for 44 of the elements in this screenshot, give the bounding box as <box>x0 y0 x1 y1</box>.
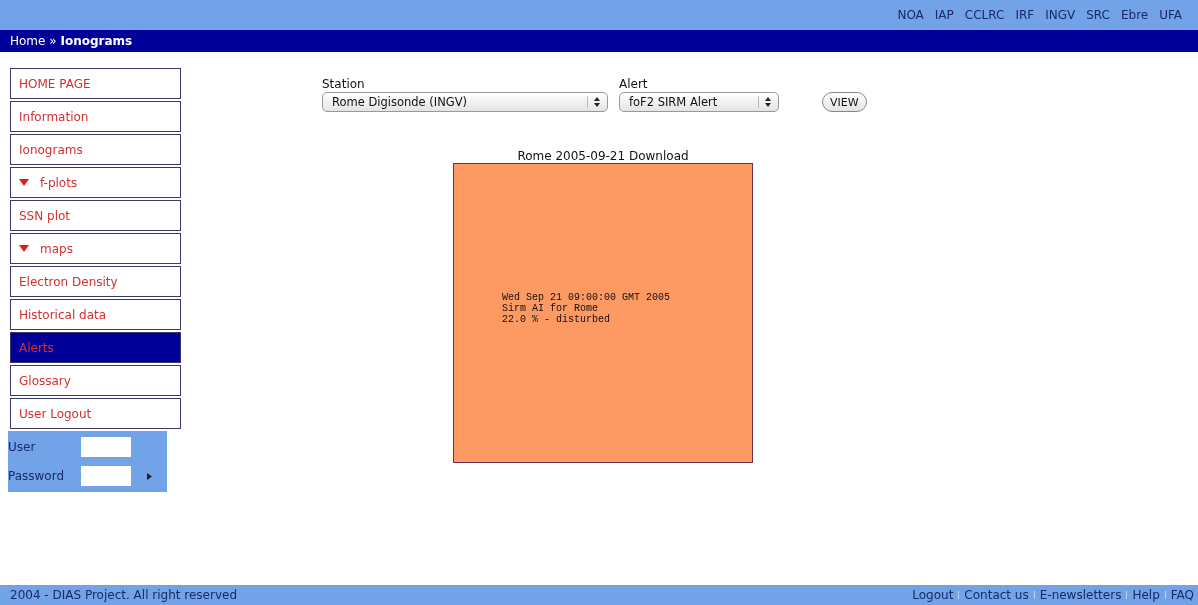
arrow-icon[interactable] <box>147 472 152 480</box>
stepper-icon <box>758 96 772 108</box>
partner-link[interactable]: UFA <box>1159 8 1182 22</box>
sidebar-item[interactable]: Information <box>10 101 181 132</box>
triangle-icon <box>19 245 29 252</box>
stepper-icon <box>587 96 601 108</box>
user-label: User <box>8 440 37 454</box>
partner-link[interactable]: CCLRC <box>964 8 1005 22</box>
sidebar-item[interactable]: Historical data <box>10 299 181 330</box>
footer-link[interactable]: FAQ <box>1170 588 1194 602</box>
partner-link[interactable]: INGV <box>1045 8 1076 22</box>
alert-text: 22.0 % - disturbed <box>502 313 612 325</box>
sidebar-item[interactable]: SSN plot <box>10 200 181 231</box>
sidebar-item[interactable]: f-plots <box>10 167 181 198</box>
copyright: 2004 - DIAS Project. All right reserved <box>10 588 238 602</box>
footer-link[interactable]: E-newsletters <box>1039 588 1122 602</box>
sidebar-item[interactable]: Electron Density <box>10 266 181 297</box>
sidebar-item[interactable]: Alerts <box>10 332 181 363</box>
footer-link[interactable]: Logout <box>912 588 954 602</box>
footer-link[interactable]: Contact us <box>964 588 1029 602</box>
sidebar-item[interactable]: maps <box>10 233 181 264</box>
partner-link[interactable]: IRF <box>1015 8 1035 22</box>
password-field[interactable] <box>81 466 131 486</box>
password-label: Password <box>8 469 66 483</box>
footer-link[interactable]: Help <box>1132 588 1160 602</box>
station-label: Station <box>322 77 366 91</box>
sidebar-item[interactable]: Ionograms <box>10 134 181 165</box>
alert-text: Sirm AI for Rome <box>502 302 599 314</box>
partner-link[interactable]: SRC <box>1086 8 1110 22</box>
partner-link[interactable]: IAP <box>934 8 954 22</box>
user-field[interactable] <box>81 437 131 457</box>
result-caption: Rome 2005-09-21 Download <box>517 149 689 163</box>
alert-text: Wed Sep 21 09:00:00 GMT 2005 <box>502 291 672 303</box>
sidebar-item[interactable]: HOME PAGE <box>10 68 181 99</box>
view-button[interactable]: VIEW <box>822 92 867 112</box>
alert-dropdown[interactable]: foF2 SIRM Alert <box>619 92 779 112</box>
sidebar-item[interactable]: Glossary <box>10 365 181 396</box>
partner-link[interactable]: Ebre <box>1120 8 1149 22</box>
sidebar-item[interactable]: User Logout <box>10 398 181 429</box>
partner-link[interactable]: NOA <box>897 8 924 22</box>
alert-label: Alert <box>619 77 649 91</box>
station-dropdown[interactable]: Rome Digisonde (INGV) <box>322 92 608 112</box>
triangle-icon <box>19 179 29 186</box>
breadcrumb: Home » Ionograms <box>10 34 133 48</box>
